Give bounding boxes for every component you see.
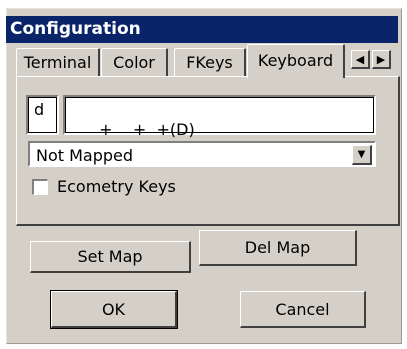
tab-terminal[interactable]: Terminal [16, 48, 100, 77]
tab-keyboard[interactable]: Keyboard [247, 44, 345, 78]
mapping-value: Not Mapped [36, 146, 134, 165]
dialog-title: Configuration [6, 16, 398, 43]
key-char-value: d [34, 100, 45, 119]
ok-button[interactable]: OK [50, 290, 178, 329]
tab-scroll-left-button[interactable]: ◀ [351, 50, 370, 69]
ok-label: OK [101, 300, 126, 319]
key-combo-value: + + +(D) [99, 120, 195, 139]
tab-label: Color [113, 53, 155, 72]
arrow-left-icon: ◀ [355, 53, 365, 66]
tab-label: FKeys [186, 53, 233, 72]
tab-color[interactable]: Color [101, 48, 168, 77]
ecometry-keys-checkbox[interactable] [32, 179, 48, 195]
arrow-right-icon: ▶ [376, 53, 386, 66]
set-map-label: Set Map [77, 247, 143, 266]
tab-label: Terminal [23, 53, 92, 72]
key-char-field[interactable]: d [26, 95, 59, 135]
mapping-select[interactable]: Not Mapped ▼ [28, 141, 376, 167]
key-combo-field[interactable]: + + +(D) [63, 95, 376, 139]
ecometry-keys-label[interactable]: Ecometry Keys [57, 177, 176, 196]
cancel-label: Cancel [275, 300, 330, 319]
set-map-button[interactable]: Set Map [30, 241, 191, 273]
tab-label: Keyboard [257, 51, 334, 70]
del-map-button[interactable]: Del Map [199, 230, 357, 266]
chevron-down-icon: ▼ [357, 149, 366, 160]
del-map-label: Del Map [244, 238, 311, 257]
tab-scroll-right-button[interactable]: ▶ [372, 50, 391, 69]
cancel-button[interactable]: Cancel [240, 291, 366, 328]
dropdown-button[interactable]: ▼ [352, 145, 372, 165]
tab-fkeys[interactable]: FKeys [174, 48, 246, 77]
